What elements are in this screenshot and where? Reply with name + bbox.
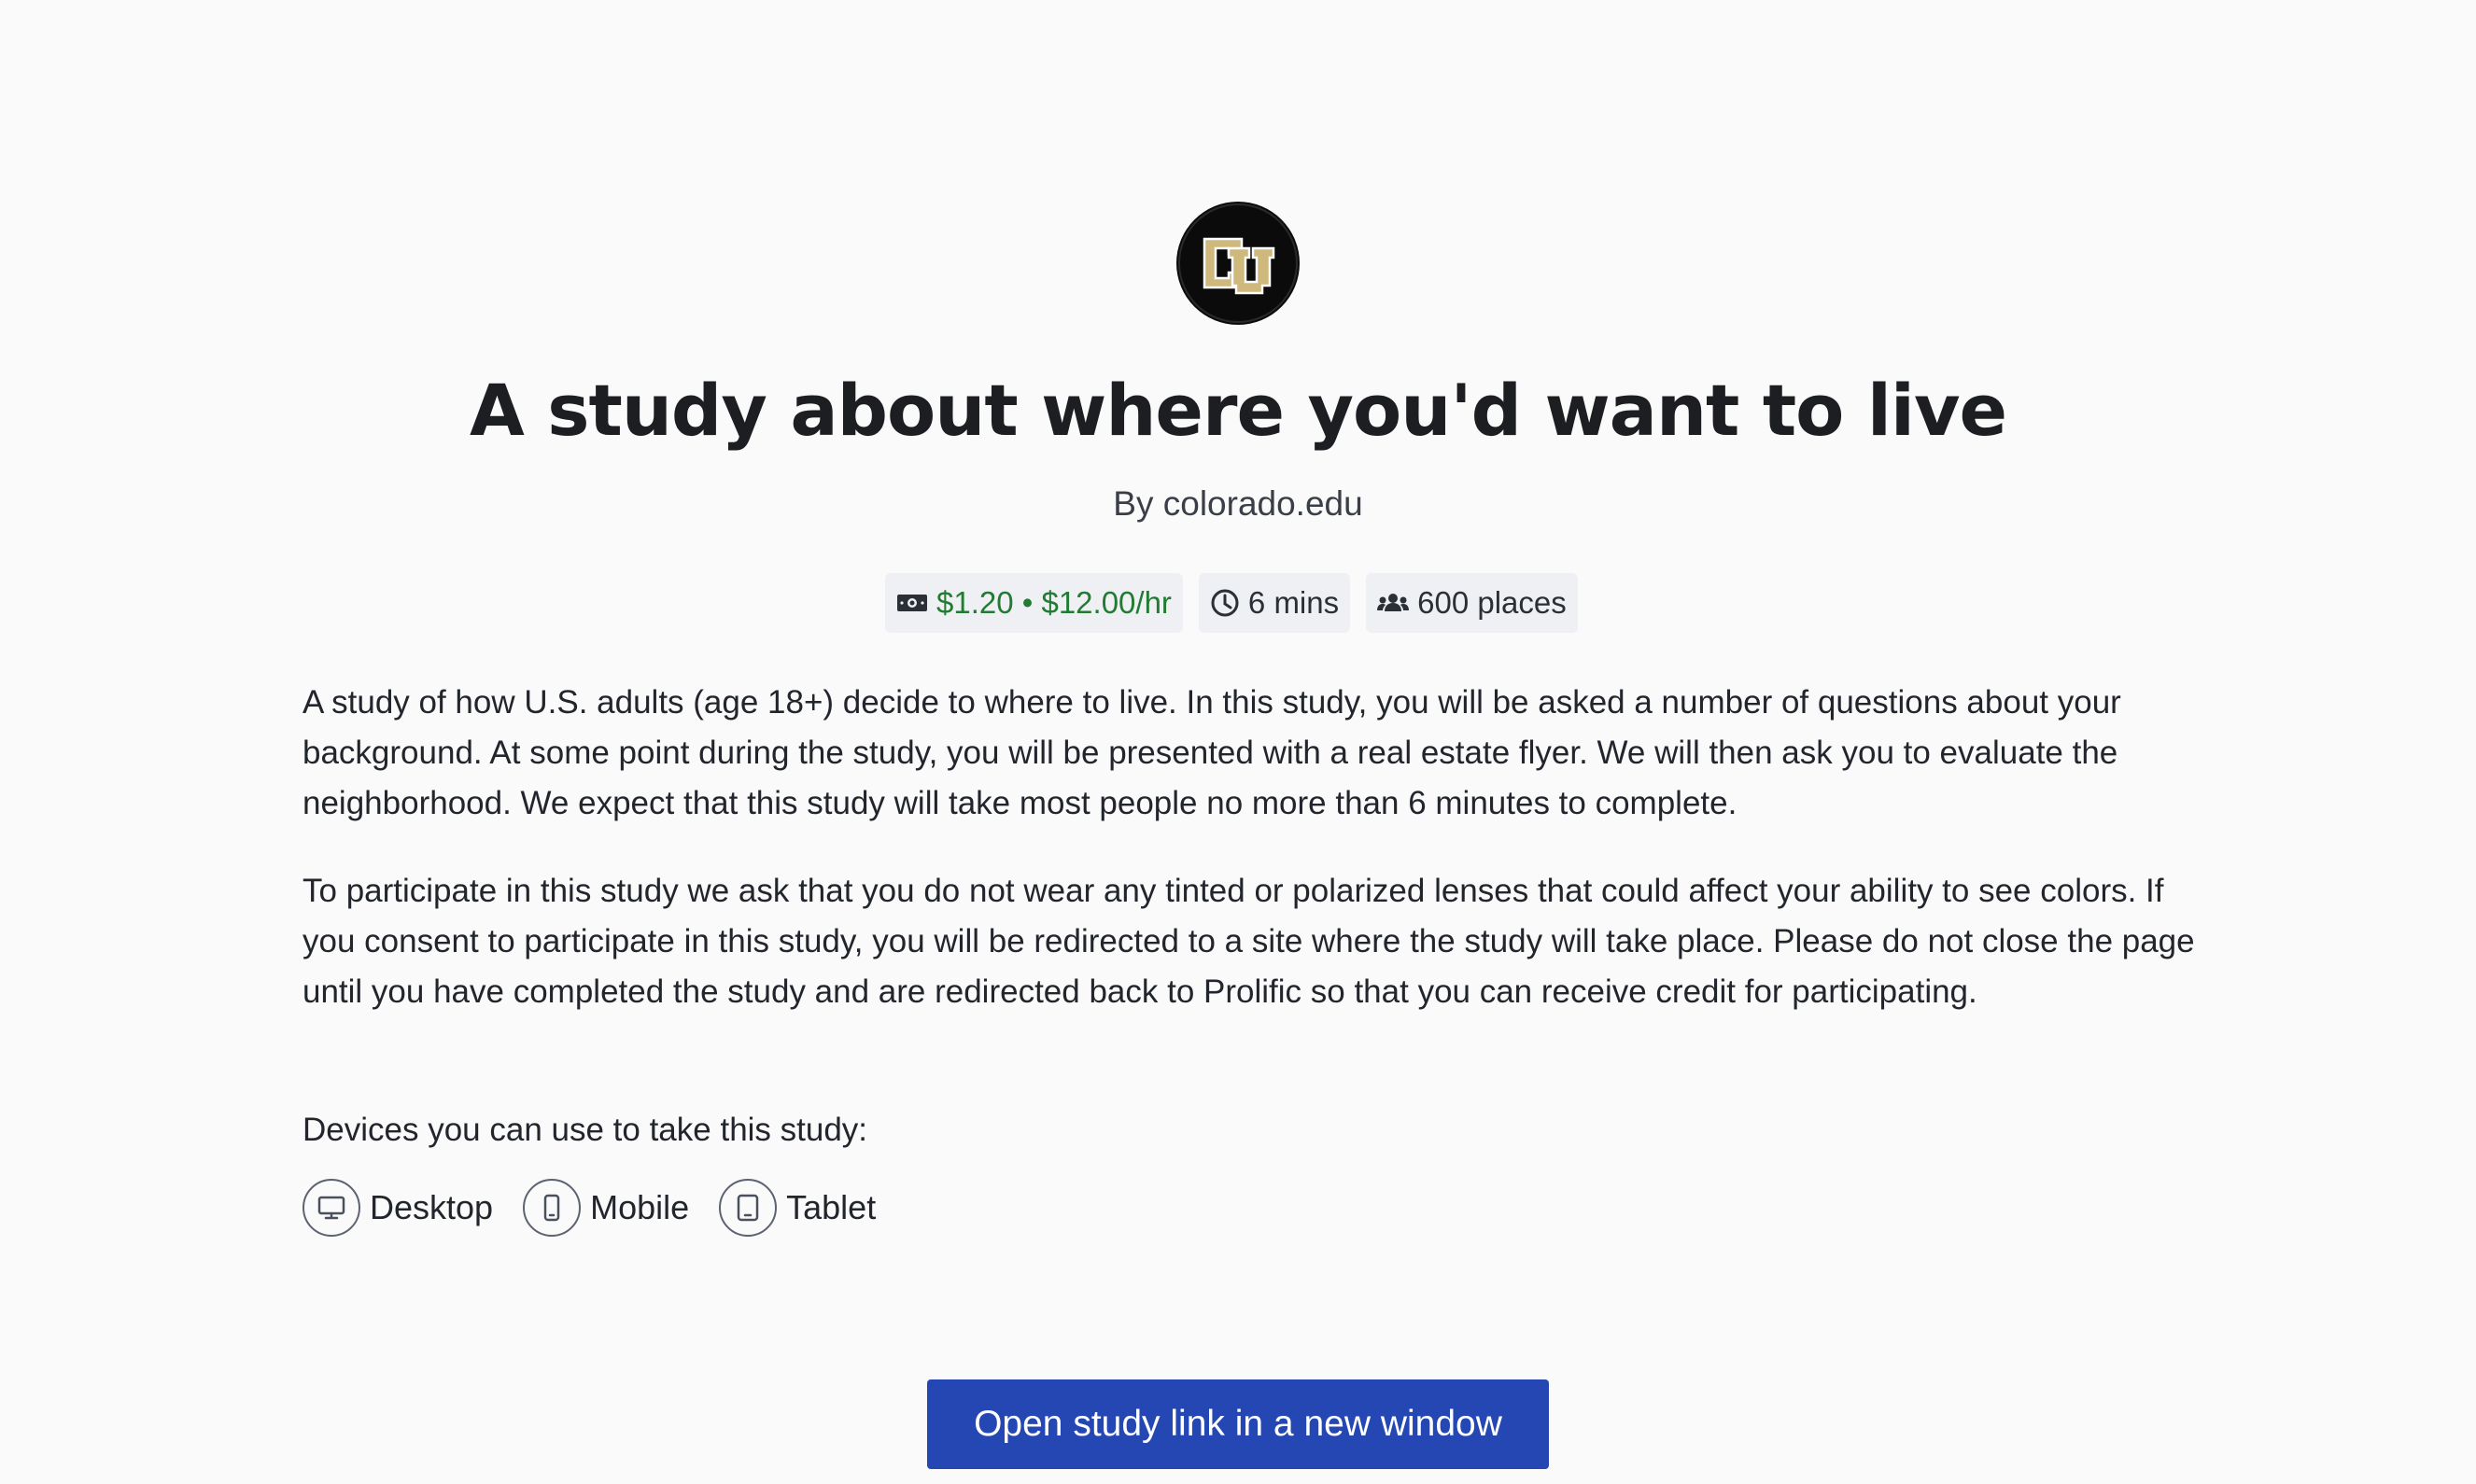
- mobile-icon: [523, 1179, 582, 1237]
- description-paragraph-2: To participate in this study we ask that…: [302, 873, 2195, 1010]
- money-icon: [896, 593, 928, 613]
- study-byline: By colorado.edu: [1113, 484, 1363, 523]
- tablet-icon: [719, 1179, 778, 1237]
- duration-text: 6 mins: [1247, 585, 1340, 620]
- users-icon: [1377, 591, 1410, 615]
- reward-chip: $1.20 • $12.00/hr: [885, 573, 1183, 633]
- duration-chip: 6 mins: [1198, 573, 1351, 633]
- cu-logo-icon: [1176, 202, 1300, 325]
- device-tablet: Tablet: [719, 1179, 876, 1237]
- device-label: Desktop: [370, 1188, 494, 1226]
- description-paragraph-1: A study of how U.S. adults (age 18+) dec…: [302, 684, 2121, 821]
- open-study-link-button[interactable]: Open study link in a new window: [927, 1379, 1549, 1469]
- study-title: A study about where you'd want to live: [469, 369, 2007, 452]
- devices-label: Devices you can use to take this study:: [302, 1112, 868, 1148]
- device-label: Mobile: [590, 1188, 690, 1226]
- clock-icon: [1210, 588, 1240, 618]
- device-mobile: Mobile: [523, 1179, 689, 1237]
- study-meta-chips: $1.20 • $12.00/hr 6 mins 600 places: [885, 573, 1578, 633]
- device-list: Desktop Mobile Tablet: [302, 1178, 906, 1238]
- reward-text: $1.20 • $12.00/hr: [936, 585, 1172, 620]
- places-chip: 600 places: [1366, 573, 1578, 633]
- desktop-icon: [302, 1179, 360, 1237]
- device-label: Tablet: [786, 1188, 877, 1226]
- places-text: 600 places: [1417, 585, 1567, 620]
- study-page: A study about where you'd want to live B…: [0, 0, 2476, 1484]
- device-desktop: Desktop: [302, 1179, 493, 1237]
